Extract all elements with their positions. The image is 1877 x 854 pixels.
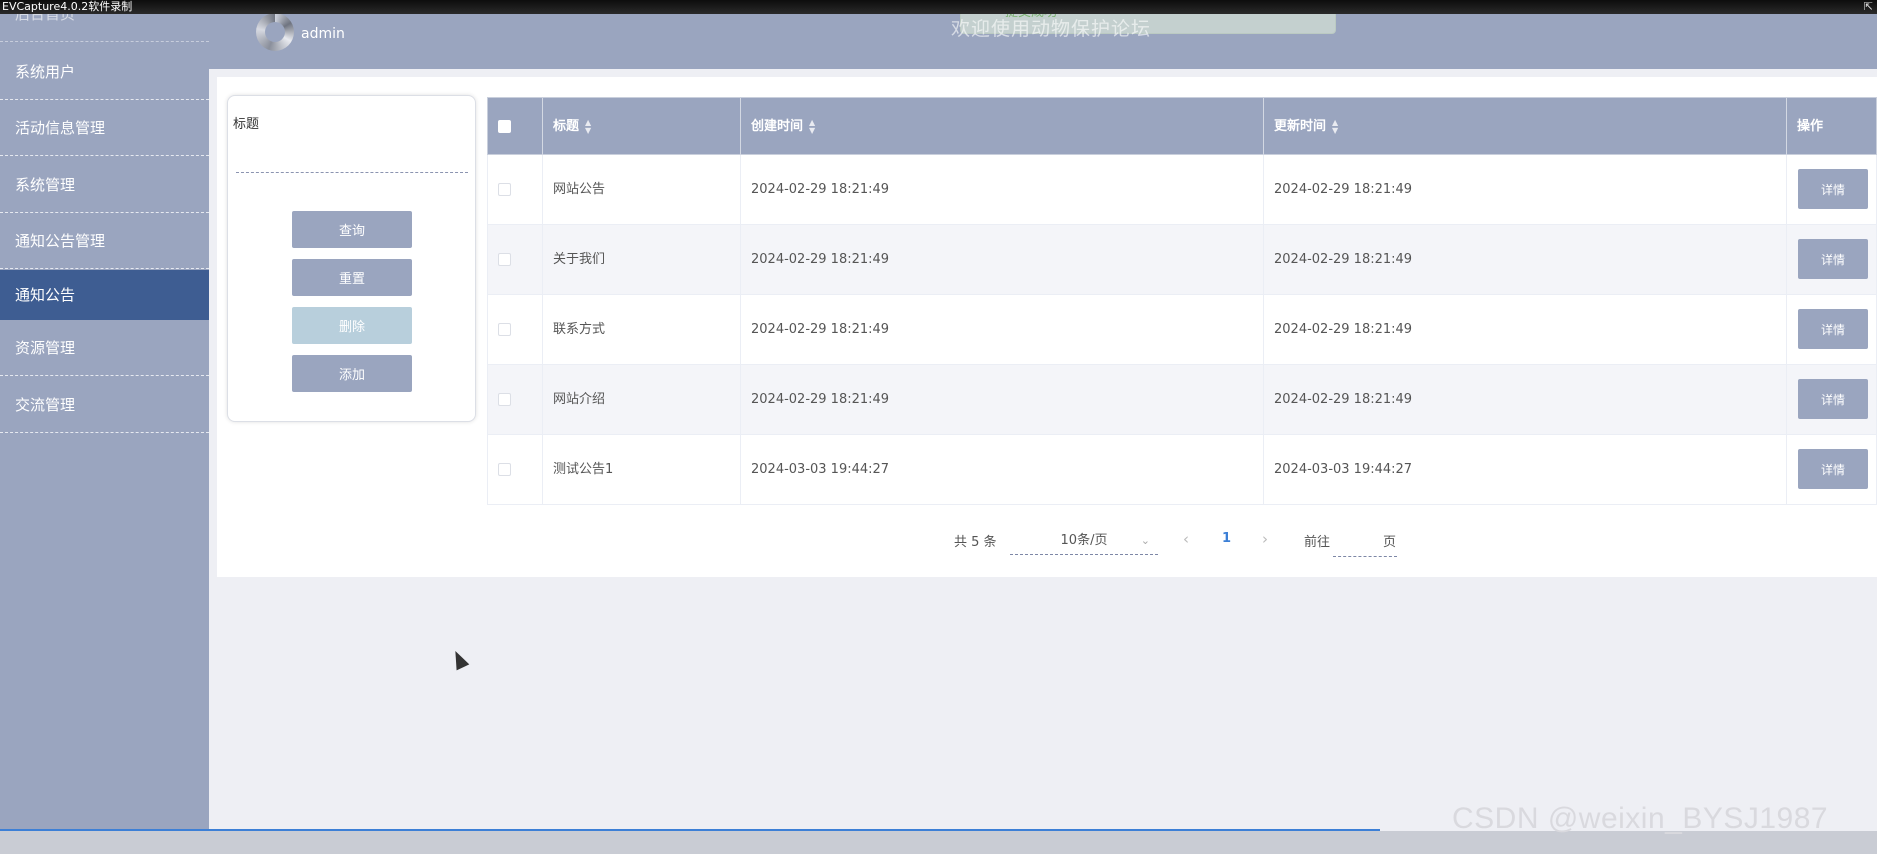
detail-button[interactable]: 详情 <box>1798 239 1868 279</box>
username[interactable]: admin <box>301 26 345 42</box>
recorder-title-bar: EVCapture4.0.2软件录制 ⇱ <box>0 0 1877 14</box>
delete-button[interactable]: 删除 <box>292 307 412 344</box>
detail-button[interactable]: 详情 <box>1798 449 1868 489</box>
column-header-title[interactable]: 标题 ▲ ▼ <box>543 98 741 156</box>
cell-updated: 2024-02-29 18:21:49 <box>1264 365 1787 435</box>
column-header-actions: 操作 <box>1797 119 1824 134</box>
row-checkbox[interactable] <box>498 393 511 406</box>
select-all-cell <box>488 98 543 156</box>
sidebar-item-system-users[interactable]: 系统用户 <box>0 44 209 100</box>
sidebar: 后台首页 系统用户 活动信息管理 系统管理 通知公告管理 通知公告 资源管理 交… <box>0 0 209 854</box>
detail-button[interactable]: 详情 <box>1798 309 1868 349</box>
goto-suffix: 页 <box>1383 535 1397 550</box>
cell-title: 关于我们 <box>543 225 741 295</box>
column-header-created[interactable]: 创建时间 ▲ ▼ <box>741 98 1264 156</box>
prev-page-button[interactable]: ‹ <box>1183 530 1189 548</box>
cell-title: 网站公告 <box>543 155 741 225</box>
table-header: 标题 ▲ ▼ 创建时间 ▲ ▼ 更新时间 ▲ ▼ 操作 <box>487 97 1877 156</box>
sidebar-item-label: 通知公告管理 <box>15 232 106 250</box>
sidebar-item-label: 系统管理 <box>15 176 76 194</box>
sidebar-item-label: 系统用户 <box>15 63 76 81</box>
page-size-select[interactable]: 10条/页 ⌄ <box>1010 528 1158 555</box>
mouse-cursor-icon <box>449 648 470 671</box>
main-panel: 标题 查询 重置 删除 添加 标题 ▲ ▼ 创建时间 ▲ ▼ 更新时间 ▲ ▼ 操作 <box>217 77 1877 577</box>
sort-icon[interactable]: ▲ ▼ <box>585 118 591 135</box>
sidebar-item-label: 交流管理 <box>15 396 76 414</box>
table-row: 网站公告 2024-02-29 18:21:49 2024-02-29 18:2… <box>487 155 1877 225</box>
row-checkbox[interactable] <box>498 463 511 476</box>
sidebar-item-label: 活动信息管理 <box>15 119 106 137</box>
current-page[interactable]: 1 <box>1222 531 1231 546</box>
sidebar-item-communication-management[interactable]: 交流管理 <box>0 377 209 433</box>
title-search-input[interactable] <box>236 144 468 173</box>
add-button[interactable]: 添加 <box>292 355 412 392</box>
cell-updated: 2024-02-29 18:21:49 <box>1264 225 1787 295</box>
watermark: CSDN @weixin_BYSJ1987 <box>1452 802 1829 835</box>
detail-button[interactable]: 详情 <box>1798 379 1868 419</box>
sidebar-item-notice-management[interactable]: 通知公告管理 <box>0 213 209 269</box>
sort-icon[interactable]: ▲ ▼ <box>809 118 815 135</box>
cell-updated: 2024-02-29 18:21:49 <box>1264 155 1787 225</box>
sidebar-item-label: 资源管理 <box>15 339 76 357</box>
cell-created: 2024-02-29 18:21:49 <box>741 225 1264 295</box>
column-header-updated[interactable]: 更新时间 ▲ ▼ <box>1264 98 1787 156</box>
select-all-checkbox[interactable] <box>498 120 511 133</box>
cell-created: 2024-02-29 18:21:49 <box>741 295 1264 365</box>
avatar[interactable] <box>256 13 294 51</box>
recorder-title: EVCapture4.0.2软件录制 <box>2 0 133 13</box>
table-row: 联系方式 2024-02-29 18:21:49 2024-02-29 18:2… <box>487 295 1877 365</box>
cell-updated: 2024-02-29 18:21:49 <box>1264 295 1787 365</box>
search-card: 标题 查询 重置 删除 添加 <box>227 95 476 422</box>
sidebar-item-resource-management[interactable]: 资源管理 <box>0 320 209 376</box>
sidebar-item-system-management[interactable]: 系统管理 <box>0 157 209 213</box>
sidebar-item-activity-management[interactable]: 活动信息管理 <box>0 100 209 156</box>
row-checkbox[interactable] <box>498 323 511 336</box>
page-title: 欢迎使用动物保护论坛 <box>951 18 1152 40</box>
expand-icon[interactable]: ⇱ <box>1864 0 1873 14</box>
title-label: 标题 <box>233 117 260 132</box>
row-checkbox[interactable] <box>498 183 511 196</box>
cell-created: 2024-02-29 18:21:49 <box>741 365 1264 435</box>
cell-title: 网站介绍 <box>543 365 741 435</box>
detail-button[interactable]: 详情 <box>1798 169 1868 209</box>
table-row: 测试公告1 2024-03-03 19:44:27 2024-03-03 19:… <box>487 435 1877 505</box>
table-row: 网站介绍 2024-02-29 18:21:49 2024-02-29 18:2… <box>487 365 1877 435</box>
sort-icon[interactable]: ▲ ▼ <box>1332 118 1338 135</box>
cell-created: 2024-02-29 18:21:49 <box>741 155 1264 225</box>
sidebar-item-label: 通知公告 <box>15 286 76 304</box>
query-button[interactable]: 查询 <box>292 211 412 248</box>
cell-created: 2024-03-03 19:44:27 <box>741 435 1264 505</box>
table-row: 关于我们 2024-02-29 18:21:49 2024-02-29 18:2… <box>487 225 1877 295</box>
row-checkbox[interactable] <box>498 253 511 266</box>
goto-prefix: 前往 <box>1304 535 1331 550</box>
next-page-button[interactable]: › <box>1262 530 1268 548</box>
cell-title: 测试公告1 <box>543 435 741 505</box>
chevron-down-icon: ⌄ <box>1140 534 1150 547</box>
total-count: 共 5 条 <box>954 535 997 550</box>
cell-title: 联系方式 <box>543 295 741 365</box>
reset-button[interactable]: 重置 <box>292 259 412 296</box>
sidebar-item-notice[interactable]: 通知公告 <box>0 270 209 320</box>
cell-updated: 2024-03-03 19:44:27 <box>1264 435 1787 505</box>
